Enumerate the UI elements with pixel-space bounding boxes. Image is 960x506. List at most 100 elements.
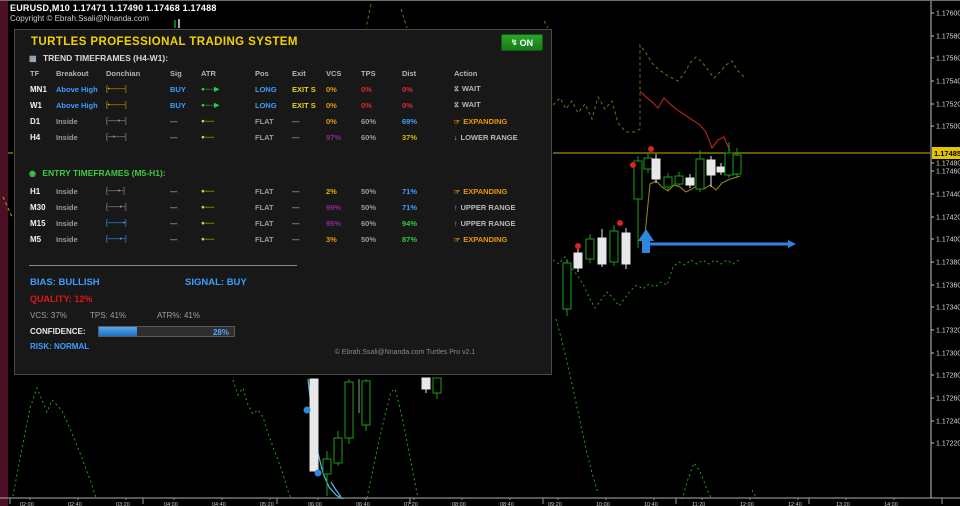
- risk-value: RISK: NORMAL: [30, 342, 90, 351]
- action-icon: ☞: [454, 236, 461, 244]
- power-icon: ↯: [510, 38, 518, 47]
- candlestick: [609, 230, 619, 263]
- atr-dot-icon: ●──: [201, 235, 215, 243]
- sell-signal-dot: [630, 162, 636, 168]
- atr-dot-icon: ●──: [201, 117, 215, 125]
- candlestick: [716, 166, 726, 173]
- cell-donchian: [•---------]: [106, 101, 127, 109]
- time-label: 02:40: [68, 502, 82, 506]
- cell-action: ⧖ WAIT: [454, 100, 481, 109]
- time-label: 03:20: [116, 502, 130, 506]
- price-label: 1.17380: [936, 260, 960, 267]
- time-label: 13:20: [836, 502, 850, 506]
- exit-line-line: [639, 90, 731, 152]
- bias-value: BIAS: BULLISH: [30, 277, 100, 288]
- candlestick: [621, 232, 631, 265]
- price-label: 1.17260: [936, 396, 960, 403]
- top-dash-1-line: [365, 3, 372, 29]
- cell-action: ☞ EXPANDING: [454, 186, 508, 196]
- confidence-progress-bar: 28%: [98, 326, 235, 337]
- cell-vcs: 97%: [326, 132, 342, 142]
- time-label: 04:00: [164, 502, 178, 506]
- green-mountain-1-line: [11, 386, 97, 502]
- cell-pos: FLAT: [255, 218, 274, 228]
- timeframe-row-D1: D1 Inside [------•---] — ●── FLAT — 0% 60% 69% ☞ EX…: [30, 115, 545, 127]
- time-label: 05:20: [260, 502, 274, 506]
- candlestick: [674, 175, 684, 185]
- cell-tf: D1: [30, 116, 41, 126]
- cell-breakout: Above High: [56, 84, 98, 94]
- price-label: 1.17320: [936, 328, 960, 335]
- time-label: 12:00: [740, 502, 754, 506]
- time-label: 10:00: [596, 502, 610, 506]
- cell-tps: 50%: [361, 186, 377, 196]
- sell-signal-dot: [617, 220, 623, 226]
- candlestick: [663, 176, 673, 188]
- time-axis-bg: [8, 499, 960, 506]
- time-label: 10:40: [644, 502, 658, 506]
- cell-tps: 0%: [361, 84, 372, 94]
- timeframe-row-M5: M5 Inside [-------•--] — ●── FLAT — 3% 50% 87% ☞ EX…: [30, 233, 545, 245]
- column-header-pos: Pos: [255, 68, 269, 78]
- column-header-tps: TPS: [361, 68, 376, 78]
- column-header-breakout: Breakout: [56, 68, 89, 78]
- cell-tf: M5: [30, 234, 42, 244]
- cell-tf: M30: [30, 202, 46, 212]
- cell-action: ↓ LOWER RANGE: [454, 132, 518, 142]
- cell-tps: 60%: [361, 116, 377, 126]
- cell-tf: H1: [30, 186, 41, 196]
- buy-arrow-icon: [638, 229, 654, 253]
- candlestick: [322, 458, 332, 475]
- cell-sig: —: [170, 132, 178, 142]
- price-label: 1.17480: [936, 161, 960, 168]
- on-button-label: ON: [519, 37, 534, 48]
- cell-dist: 87%: [402, 234, 418, 244]
- cell-sig: BUY: [170, 84, 186, 94]
- atr-dot-icon: ●──: [201, 219, 215, 227]
- cell-vcs: 0%: [326, 116, 337, 126]
- green-peak-right-line: [681, 461, 713, 501]
- cell-tps: 0%: [361, 100, 372, 110]
- cell-action: ↑ UPPER RANGE: [454, 218, 516, 228]
- cell-breakout: Inside: [56, 202, 78, 212]
- turtles-panel[interactable]: TURTLES PROFESSIONAL TRADING SYSTEM ↯ ON…: [14, 29, 552, 375]
- candlestick: [585, 238, 595, 260]
- vcs-stat: VCS: 37%: [30, 311, 67, 320]
- candlestick: [309, 378, 319, 472]
- upper-donchian-line: [552, 43, 745, 133]
- candlestick: [421, 377, 431, 390]
- cell-donchian: [---•------]: [106, 133, 127, 141]
- cell-sig: —: [170, 186, 178, 196]
- cell-tf: H4: [30, 132, 41, 142]
- price-label: 1.17560: [936, 56, 960, 63]
- window-frame-strip: [0, 1, 8, 506]
- cell-dist: 0%: [402, 100, 413, 110]
- on-toggle-button[interactable]: ↯ ON: [501, 34, 543, 51]
- price-axis-bg: [932, 1, 960, 506]
- green-mountain-3-line: [366, 388, 419, 499]
- blue-signal-dot: [303, 406, 311, 414]
- trend-section-header: ▦ TREND TIMEFRAMES (H4-W1):: [29, 53, 168, 63]
- cell-exit: EXIT S: [292, 100, 316, 110]
- candlestick: [562, 262, 572, 310]
- mt4-chart-window: 1.17600 1.17580 1.17560 1.17540 1.17520 1.175…: [0, 0, 960, 506]
- cell-vcs: 95%: [326, 218, 342, 228]
- sell-signal-dot: [575, 243, 581, 249]
- cell-exit: —: [292, 234, 300, 244]
- symbol-ohlc-text: EURUSD,M10 1.17471 1.17490 1.17468 1.174…: [10, 3, 217, 13]
- time-label: 06:00: [308, 502, 322, 506]
- tps-stat: TPS: 41%: [90, 311, 127, 320]
- entry-section-header: ◉ ENTRY TIMEFRAMES (M5-H1):: [29, 168, 166, 178]
- cell-breakout: Inside: [56, 186, 78, 196]
- atr-stat: ATR%: 41%: [157, 311, 200, 320]
- timeframe-row-H4: H4 Inside [---•------] — ●── FLAT — 97% 60% 37% ↓ L…: [30, 131, 545, 143]
- cell-pos: LONG: [255, 84, 277, 94]
- action-icon: ↑: [454, 204, 458, 212]
- candlestick: [651, 158, 661, 180]
- cell-donchian: [-------•--]: [106, 235, 127, 243]
- cell-vcs: 3%: [326, 234, 337, 244]
- panel-title: TURTLES PROFESSIONAL TRADING SYSTEM: [31, 36, 298, 48]
- cell-breakout: Inside: [56, 116, 78, 126]
- cell-vcs: 0%: [326, 84, 337, 94]
- cell-exit: EXIT S: [292, 84, 316, 94]
